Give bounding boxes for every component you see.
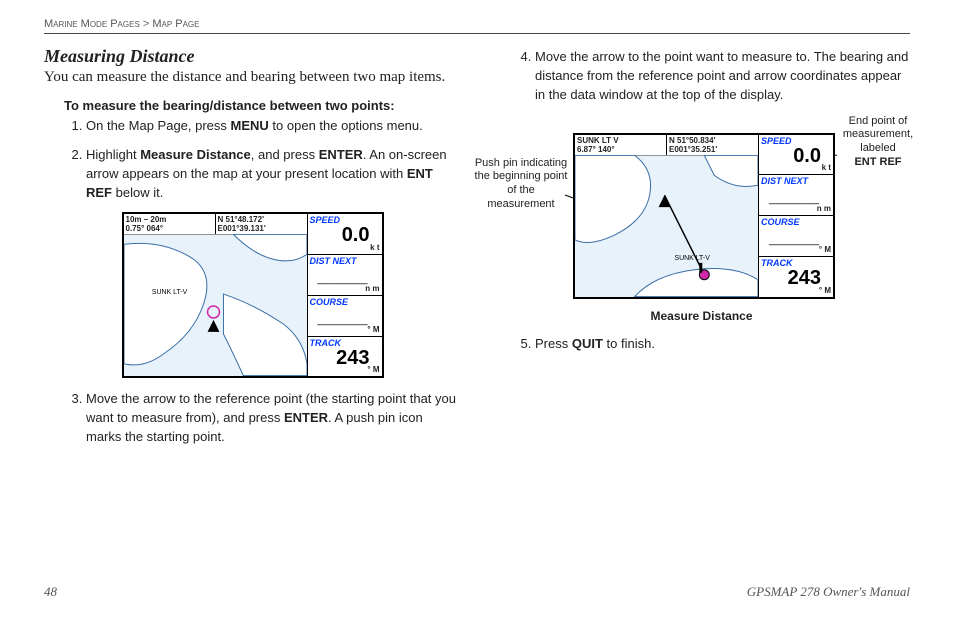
annot-right: End point of measurement, labeled ENT RE… — [824, 115, 932, 170]
col-left: Measuring Distance You can measure the d… — [44, 42, 461, 457]
breadcrumb: Marine Mode Pages > Map Page — [44, 18, 910, 34]
manual-title: GPSMAP 278 Owner's Manual — [747, 584, 910, 600]
device2-wrap: Push pin indicating the beginning point … — [493, 115, 910, 305]
device2-course: COURSE _____ ° M — [759, 216, 833, 257]
device1-track: TRACK 243 ° M — [308, 337, 382, 377]
device1-topbar: 10m – 20m 0.75° 064° N 51°48.172' E001°3… — [124, 214, 307, 235]
device2-sidebar: SPEED 0.0 k t DIST NEXT _____ n m COURSE… — [758, 135, 833, 297]
device2-dist: DIST NEXT _____ n m — [759, 175, 833, 216]
step-5: Press QUIT to finish. — [535, 335, 910, 354]
device2-track: TRACK 243 ° M — [759, 257, 833, 297]
howto-heading: To measure the bearing/distance between … — [64, 98, 461, 113]
device1-sidebar: SPEED 0.0 k t DIST NEXT _____ n m COURSE… — [307, 214, 382, 376]
step-1: On the Map Page, press MENU to open the … — [86, 117, 461, 136]
device2-speed: SPEED 0.0 k t — [759, 135, 833, 176]
device-screenshot-2: SUNK LT V 6.87° 140° N 51°50.834' E001°3… — [573, 133, 835, 299]
device1-chart: SUNK LT-V — [124, 234, 307, 376]
breadcrumb-sep: > — [143, 18, 149, 30]
step-4: Move the arrow to the point want to meas… — [535, 48, 910, 105]
steps-left-3: Move the arrow to the reference point (t… — [64, 390, 461, 447]
svg-text:SUNK LT-V: SUNK LT-V — [151, 289, 187, 296]
footer: 48 GPSMAP 278 Owner's Manual — [44, 584, 910, 600]
device1-speed: SPEED 0.0 k t — [308, 214, 382, 255]
device1-course: COURSE _____ ° M — [308, 296, 382, 337]
steps-left: On the Map Page, press MENU to open the … — [64, 117, 461, 202]
steps-right-5: Press QUIT to finish. — [513, 335, 910, 354]
breadcrumb-b: Map Page — [152, 18, 199, 30]
manual-page: Marine Mode Pages > Map Page Measuring D… — [0, 0, 954, 618]
annot-left: Push pin indicating the beginning point … — [473, 157, 569, 212]
svg-text:SUNK LT-V: SUNK LT-V — [674, 254, 710, 261]
device1-map: 10m – 20m 0.75° 064° N 51°48.172' E001°3… — [124, 214, 307, 376]
step-2: Highlight Measure Distance, and press EN… — [86, 146, 461, 203]
device1-dist: DIST NEXT _____ n m — [308, 255, 382, 296]
steps-right-4: Move the arrow to the point want to meas… — [513, 48, 910, 105]
device2-topbar: SUNK LT V 6.87° 140° N 51°50.834' E001°3… — [575, 135, 758, 156]
col-right: Move the arrow to the point want to meas… — [493, 42, 910, 457]
section-title: Measuring Distance — [44, 46, 461, 67]
device2-chart: SUNK LT-V — [575, 155, 758, 297]
page-number: 48 — [44, 584, 57, 600]
columns: Measuring Distance You can measure the d… — [44, 42, 910, 457]
lead-text: You can measure the distance and bearing… — [44, 69, 461, 86]
device2-map: SUNK LT V 6.87° 140° N 51°50.834' E001°3… — [575, 135, 758, 297]
device2-caption: Measure Distance — [493, 309, 910, 323]
breadcrumb-a: Marine Mode Pages — [44, 18, 140, 30]
device-screenshot-1: 10m – 20m 0.75° 064° N 51°48.172' E001°3… — [122, 212, 384, 378]
step-3: Move the arrow to the reference point (t… — [86, 390, 461, 447]
